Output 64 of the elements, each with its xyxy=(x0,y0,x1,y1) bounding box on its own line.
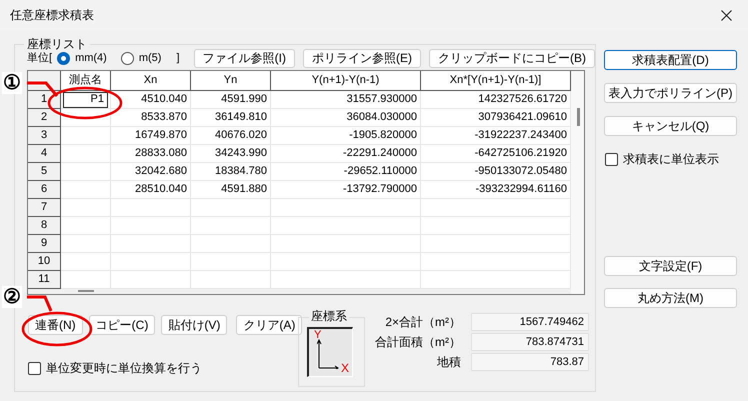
callout-number: ① xyxy=(2,72,22,94)
table-cell: 32042.680 xyxy=(111,163,191,181)
button[interactable]: クリア(A) xyxy=(236,315,302,335)
table-cell: P1 xyxy=(63,92,108,108)
button[interactable]: キャンセル(Q) xyxy=(604,116,737,136)
row-header[interactable]: 2 xyxy=(28,109,61,127)
row-header[interactable]: 11 xyxy=(28,271,61,289)
table-cell: 36149.810 xyxy=(191,109,271,127)
table-cell: -1905.820000 xyxy=(271,127,421,145)
column-header[interactable]: 測点名 xyxy=(61,71,111,91)
row-header[interactable]: 7 xyxy=(28,199,61,217)
table-cell: 40676.020 xyxy=(191,127,271,145)
table-cell: 28833.080 xyxy=(111,145,191,163)
button[interactable]: ポリライン参照(E) xyxy=(303,48,421,68)
table-cell: 31557.930000 xyxy=(271,91,421,109)
unit-bracket: ] xyxy=(176,50,180,66)
table-cell: 8533.870 xyxy=(111,109,191,127)
window-title: 任意座標求積表 xyxy=(10,7,94,24)
x-axis-label: X xyxy=(341,362,350,374)
row-header[interactable]: 6 xyxy=(28,181,61,199)
value-field: 783.87 xyxy=(471,353,589,371)
column-header[interactable]: Xn xyxy=(111,71,191,91)
button[interactable]: コピー(C) xyxy=(88,315,156,335)
column-header[interactable]: Y(n+1)-Y(n-1) xyxy=(271,71,421,91)
button[interactable]: 連番(N) xyxy=(28,315,83,335)
value-field: 1567.749462 xyxy=(471,313,589,331)
table-cell: 16749.870 xyxy=(111,127,191,145)
table-cell: 36084.030000 xyxy=(271,109,421,127)
button[interactable]: ファイル参照(I) xyxy=(194,48,295,68)
radio-label: m(5) xyxy=(138,50,162,66)
total-label: 地積 xyxy=(436,354,461,371)
button[interactable]: クリップボードにコピー(B) xyxy=(429,48,595,68)
table-cell: -22291.240000 xyxy=(271,145,421,163)
checkbox-label: 単位変更時に単位換算を行う xyxy=(46,360,202,377)
table-cell: -13792.790000 xyxy=(271,181,421,199)
table-cell: 4591.990 xyxy=(191,91,271,109)
total-label: 2×合計（m²） xyxy=(384,314,461,331)
total-label: 合計面積（m²） xyxy=(374,334,461,351)
table-cell: 4591.880 xyxy=(191,181,271,199)
row-header[interactable]: 10 xyxy=(28,253,61,271)
button[interactable]: 文字設定(F) xyxy=(604,256,737,276)
value-field: 783.874731 xyxy=(471,333,589,351)
row-header[interactable]: 8 xyxy=(28,217,61,235)
button[interactable]: 丸め方法(M) xyxy=(604,288,737,308)
callout-number: ② xyxy=(2,286,22,308)
group-title: 座標系 xyxy=(309,309,349,323)
row-header[interactable]: 5 xyxy=(28,163,61,181)
table-cell: 4510.040 xyxy=(111,91,191,109)
row-header[interactable]: 9 xyxy=(28,235,61,253)
group-title: 座標リスト xyxy=(24,37,90,51)
table-cell: 28510.040 xyxy=(111,181,191,199)
table-cell: 18384.780 xyxy=(191,163,271,181)
unit-label: 単位[ xyxy=(27,50,52,66)
y-axis-label: Y xyxy=(314,329,322,341)
table-cell: 34243.990 xyxy=(191,145,271,163)
button[interactable]: 貼付け(V) xyxy=(161,315,228,335)
button[interactable]: 求積表配置(D) xyxy=(604,50,737,70)
row-header[interactable]: 4 xyxy=(28,145,61,163)
checkbox-label: 求積表に単位表示 xyxy=(623,151,719,168)
column-header[interactable]: Yn xyxy=(191,71,271,91)
table-cell: -29652.110000 xyxy=(271,163,421,181)
radio-label: mm(4) xyxy=(75,50,107,66)
button[interactable]: 表入力でポリライン(P) xyxy=(604,83,737,103)
row-header[interactable]: 3 xyxy=(28,127,61,145)
